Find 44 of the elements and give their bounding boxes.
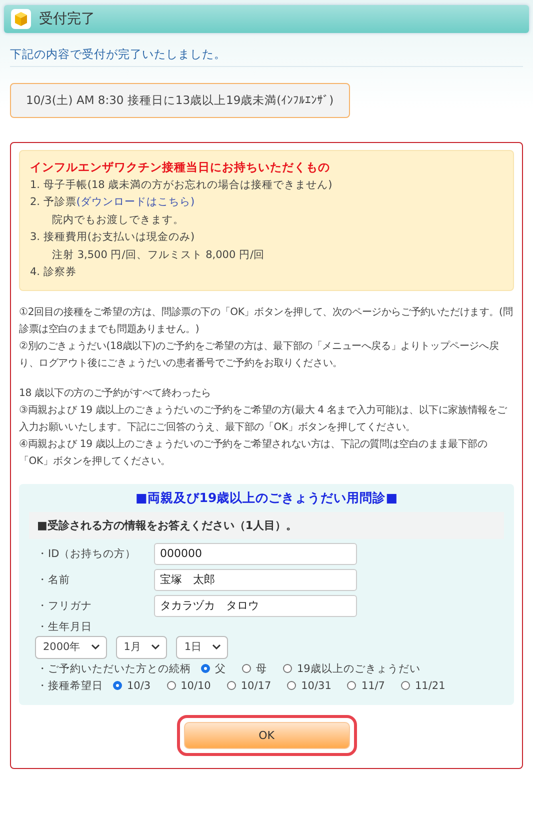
radio-option[interactable]: 10/10 bbox=[166, 680, 211, 692]
page-title: 受付完了 bbox=[39, 10, 95, 28]
list-item: 3. 接種費用(お支払いは現金のみ) bbox=[30, 230, 196, 245]
radio-option[interactable]: 11/21 bbox=[400, 680, 446, 692]
cube-icon bbox=[11, 9, 31, 29]
note-text: ③両親および 19 歳以上のごきょうだいのご予約をご希望の方(最大 4 名まで入力可能)は、以下に家族情報をご入力お願いいたします。下記にご回答のうえ、最下部の「OK」ボタンを押してください。 bbox=[19, 404, 508, 434]
note-text: ④両親および 19 歳以上のごきょうだいのご予約をご希望されない方は、下記の質問は空白のまま最下部の「OK」ボタンを押してください。 bbox=[19, 438, 488, 468]
radio-option[interactable]: 10/31 bbox=[287, 680, 332, 692]
field-label: ・生年月日 bbox=[36, 620, 93, 634]
list-subtext: 院内でもお渡しできます。 bbox=[51, 212, 185, 228]
input-field[interactable]: 000000 bbox=[154, 542, 357, 564]
completion-message: 下記の内容で受付が完了いたしました。 bbox=[10, 47, 523, 67]
note-text: ①2回目の接種をご希望の方は、問診票の下の「OK」ボタンを押して、次のページからご予約いただけます。(問診票は空白のままでも問題ありません。) bbox=[19, 306, 514, 336]
field-label: ・接種希望日 bbox=[37, 678, 103, 692]
list-item: 2. 予診票(ダウンロードはこちら) bbox=[30, 195, 196, 210]
input-field[interactable]: タカラヅカ タロウ bbox=[154, 594, 357, 616]
radio-option[interactable]: 母 bbox=[242, 662, 267, 676]
ok-button[interactable]: OK bbox=[184, 722, 350, 748]
chevron-down-icon bbox=[151, 644, 160, 650]
note-text: ②別のごきょうだい(18歳以下)のご予約をご希望の方は、最下部の「メニューへ戻る」よりトップページへ戻り、ログアウト後にごきょうだいの患者番号でご予約をお取りください。 bbox=[19, 340, 500, 370]
input-field[interactable]: 宝塚 太郎 bbox=[154, 568, 357, 590]
radio-option[interactable]: 10/17 bbox=[226, 680, 272, 692]
section-heading: ■受診される方の情報をお答えください（1人目）。 bbox=[29, 512, 504, 538]
form-title: ■両親及び19歳以上のごきょうだい用問診■ bbox=[134, 490, 398, 506]
field-label: ・名前 bbox=[37, 572, 71, 586]
list-item: 4. 診察券 bbox=[30, 265, 78, 280]
field-label: ・ご予約いただいた方との続柄 bbox=[37, 662, 191, 676]
dropdown[interactable]: 2000年 bbox=[35, 636, 107, 658]
dropdown[interactable]: 1日 bbox=[176, 636, 228, 658]
note-text: 18 歳以下の方のご予約がすべて終わったら bbox=[19, 386, 212, 400]
radio-option[interactable]: 10/3 bbox=[113, 680, 151, 692]
chevron-down-icon bbox=[212, 644, 222, 650]
download-link[interactable]: (ダウンロードはこちら) bbox=[76, 196, 195, 208]
appointment-summary: 10/3(土) AM 8:30 接種日に13歳以上19歳未満(ｲﾝﾌﾙｴﾝｻﾞ) bbox=[10, 83, 350, 118]
radio-option[interactable]: 19歳以上のごきょうだい bbox=[283, 662, 420, 676]
list-subtext: 注射 3,500 円/回、フルミスト 8,000 円/回 bbox=[51, 248, 266, 262]
dropdown[interactable]: 1月 bbox=[116, 636, 168, 658]
field-label: ・フリガナ bbox=[37, 598, 93, 612]
chevron-down-icon bbox=[90, 644, 100, 650]
radio-option[interactable]: 父 bbox=[201, 662, 226, 676]
notice-title: インフルエンザワクチン接種当日にお持ちいただくもの bbox=[30, 159, 331, 176]
field-label: ・ID（お持ちの方） bbox=[37, 546, 138, 560]
radio-option[interactable]: 11/7 bbox=[347, 680, 385, 692]
list-item: 1. 母子手帳(18 歳未満の方がお忘れの場合は接種できません) bbox=[30, 178, 334, 192]
